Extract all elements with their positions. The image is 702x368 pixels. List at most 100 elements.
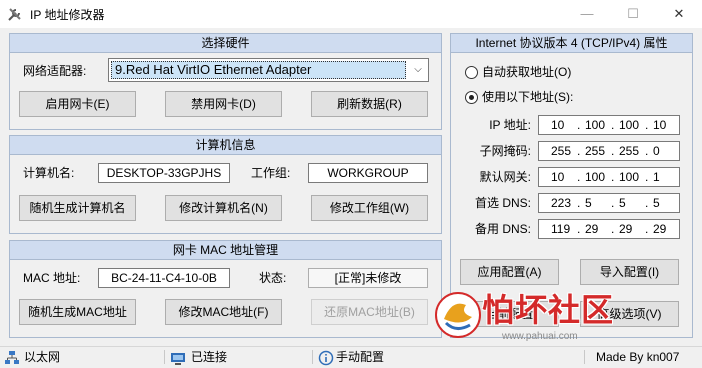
status-bar: 以太网 已连接 手动配置 Made By kn007 xyxy=(0,346,702,368)
hardware-group-title: 选择硬件 xyxy=(10,34,441,53)
ip-octet-dot: . xyxy=(577,170,581,184)
ip-octet[interactable]: 5 xyxy=(619,195,626,211)
config-mode: 手动配置 xyxy=(336,350,385,364)
title-bar: IP 地址修改器 — ☐ ✕ xyxy=(0,0,702,28)
ip-octet[interactable]: 100 xyxy=(585,169,605,185)
ip-octet-dot: . xyxy=(645,144,649,158)
mac-group-title: 网卡 MAC 地址管理 xyxy=(10,241,441,260)
ip-address-input[interactable]: 255. 255. 255. 0 xyxy=(538,141,680,161)
auto-address-radio[interactable] xyxy=(465,66,478,79)
advanced-options-button[interactable]: 高级选项(V) xyxy=(580,301,679,327)
ip-address-input[interactable]: 119. 29. 29. 29 xyxy=(538,219,680,239)
ip-octet[interactable]: 5 xyxy=(653,195,660,211)
enable-adapter-button[interactable]: 启用网卡(E) xyxy=(19,91,136,117)
workgroup-label: 工作组: xyxy=(251,166,291,180)
ip-octet[interactable]: 223 xyxy=(551,195,571,211)
auto-address-label[interactable]: 自动获取地址(O) xyxy=(482,62,571,82)
computer-group: 计算机信息 计算机名: DESKTOP-33GPJHS 工作组: WORKGRO… xyxy=(9,135,442,234)
ip-field-label: 子网掩码: xyxy=(479,144,531,158)
ip-octet[interactable]: 29 xyxy=(619,221,632,237)
ip-octet-dot: . xyxy=(611,222,615,236)
refresh-button[interactable]: 刷新数据(R) xyxy=(311,91,428,117)
ipv4-group: Internet 协议版本 4 (TCP/IPv4) 属性 自动获取地址(O) … xyxy=(450,33,693,338)
window-title: IP 地址修改器 xyxy=(30,8,105,22)
computer-name-field[interactable]: DESKTOP-33GPJHS xyxy=(98,163,230,183)
ip-octet[interactable]: 10 xyxy=(551,117,564,133)
ip-address-input[interactable]: 223. 5. 5. 5 xyxy=(538,193,680,213)
adapter-selected-value: 9.Red Hat VirtIO Ethernet Adapter xyxy=(111,61,406,79)
computer-group-title: 计算机信息 xyxy=(10,136,441,155)
apply-config-button[interactable]: 应用配置(A) xyxy=(460,259,559,285)
restore-mac-button[interactable]: 还原MAC地址(B) xyxy=(311,299,428,325)
connection-state: 已连接 xyxy=(191,350,228,364)
client-area: 选择硬件 网络适配器: 9.Red Hat VirtIO Ethernet Ad… xyxy=(0,28,702,346)
ip-octet-dot: . xyxy=(577,222,581,236)
manual-address-radio[interactable] xyxy=(465,91,478,104)
modify-computer-name-button[interactable]: 修改计算机名(N) xyxy=(165,195,282,221)
ip-octet[interactable]: 100 xyxy=(585,117,605,133)
mac-state-label: 状态: xyxy=(259,271,287,285)
ipv4-group-title: Internet 协议版本 4 (TCP/IPv4) 属性 xyxy=(451,34,692,53)
ip-octet-dot: . xyxy=(611,170,615,184)
modify-workgroup-button[interactable]: 修改工作组(W) xyxy=(311,195,428,221)
ip-octet-dot: . xyxy=(577,144,581,158)
adapter-select[interactable]: 9.Red Hat VirtIO Ethernet Adapter ⌵ xyxy=(108,58,429,82)
mac-address-field[interactable]: BC-24-11-C4-10-0B xyxy=(98,268,230,288)
ip-octet[interactable]: 119 xyxy=(551,221,570,237)
computer-name-label: 计算机名: xyxy=(23,166,75,180)
ip-octet[interactable]: 10 xyxy=(551,169,564,185)
ip-address-input[interactable]: 10. 100. 100. 1 xyxy=(538,167,680,187)
ip-field-label: 首选 DNS: xyxy=(474,196,531,210)
random-computer-name-button[interactable]: 随机生成计算机名 xyxy=(19,195,136,221)
ip-field-label: 默认网关: xyxy=(479,170,531,184)
ip-octet-dot: . xyxy=(577,118,581,132)
ip-octet-dot: . xyxy=(645,222,649,236)
modify-mac-button[interactable]: 修改MAC地址(F) xyxy=(165,299,282,325)
ip-octet[interactable]: 29 xyxy=(653,221,666,237)
connected-icon xyxy=(170,348,186,366)
ip-octet[interactable]: 0 xyxy=(653,143,660,159)
author-credit: Made By kn007 xyxy=(596,350,680,364)
mac-state-value: [正常]未修改 xyxy=(308,268,428,288)
ip-octet-dot: . xyxy=(577,196,581,210)
ip-octet[interactable]: 100 xyxy=(619,169,639,185)
disable-adapter-button[interactable]: 禁用网卡(D) xyxy=(165,91,282,117)
mac-group: 网卡 MAC 地址管理 MAC 地址: BC-24-11-C4-10-0B 状态… xyxy=(9,240,442,338)
maximize-button[interactable]: ☐ xyxy=(610,0,656,28)
info-icon xyxy=(318,348,334,366)
ip-octet-dot: . xyxy=(611,118,615,132)
ip-octet[interactable]: 29 xyxy=(585,221,598,237)
ip-octet[interactable]: 255 xyxy=(585,143,605,159)
ip-field-label: 备用 DNS: xyxy=(474,222,531,236)
ip-octet[interactable]: 255 xyxy=(551,143,571,159)
import-config-button[interactable]: 导入配置(I) xyxy=(580,259,679,285)
random-mac-button[interactable]: 随机生成MAC地址 xyxy=(19,299,136,325)
minimize-button[interactable]: — xyxy=(564,0,610,28)
status-divider xyxy=(164,350,165,364)
network-icon xyxy=(4,348,20,366)
ip-octet[interactable]: 255 xyxy=(619,143,639,159)
ip-octet-dot: . xyxy=(611,144,615,158)
ip-field-label: IP 地址: xyxy=(489,118,531,132)
close-button[interactable]: ✕ xyxy=(656,0,702,28)
ip-octet[interactable]: 1 xyxy=(653,169,660,185)
ip-octet-dot: . xyxy=(611,196,615,210)
ip-address-input[interactable]: 10. 100. 100. 10 xyxy=(538,115,680,135)
workgroup-field[interactable]: WORKGROUP xyxy=(308,163,428,183)
ip-octet[interactable]: 5 xyxy=(585,195,592,211)
ip-octet[interactable]: 10 xyxy=(653,117,666,133)
current-config-button[interactable]: 当前配置 xyxy=(460,301,559,327)
chevron-down-icon[interactable]: ⌵ xyxy=(408,59,428,81)
mac-address-label: MAC 地址: xyxy=(23,271,81,285)
tools-icon xyxy=(7,6,23,22)
ip-octet-dot: . xyxy=(645,170,649,184)
connection-type: 以太网 xyxy=(24,350,61,364)
status-divider xyxy=(584,350,585,364)
ip-octet[interactable]: 100 xyxy=(619,117,639,133)
manual-address-label[interactable]: 使用以下地址(S): xyxy=(482,87,573,107)
ip-octet-dot: . xyxy=(645,118,649,132)
ip-octet-dot: . xyxy=(645,196,649,210)
hardware-group: 选择硬件 网络适配器: 9.Red Hat VirtIO Ethernet Ad… xyxy=(9,33,442,130)
status-divider xyxy=(312,350,313,364)
adapter-label: 网络适配器: xyxy=(23,64,87,78)
